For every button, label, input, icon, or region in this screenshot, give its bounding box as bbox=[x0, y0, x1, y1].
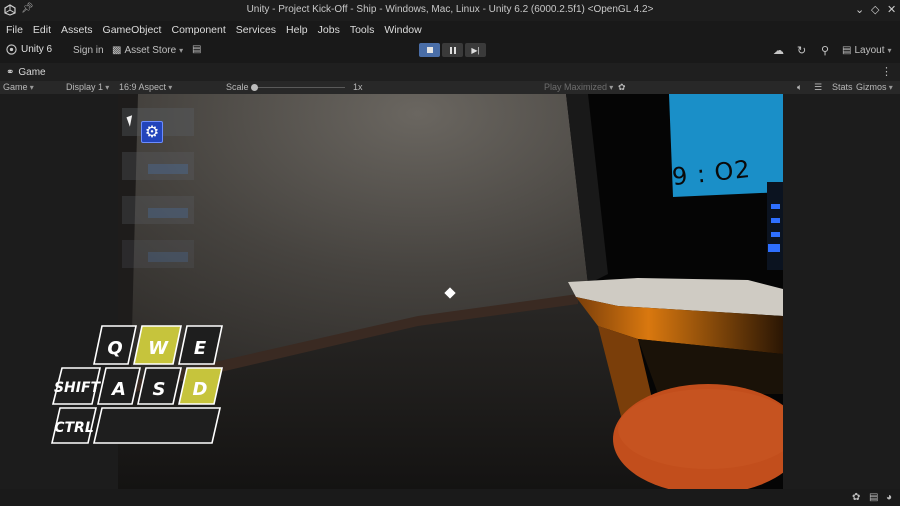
menu-gameobject[interactable]: GameObject bbox=[103, 24, 162, 36]
display-select[interactable]: Display 1 bbox=[66, 82, 109, 92]
audio-icon[interactable]: 🔈︎ bbox=[797, 82, 802, 93]
tab-game[interactable]: ⚭ Game bbox=[0, 63, 52, 81]
key-a: A bbox=[97, 367, 141, 405]
stop-icon bbox=[426, 47, 433, 53]
layout-icon: ▤ bbox=[842, 45, 852, 56]
main-toolbar: Unity 6 Sign in ▩ Asset Store ▾ ▤ ▶| ☁ ↻… bbox=[0, 39, 900, 63]
key-shift: SHIFT bbox=[51, 367, 102, 405]
maximize-icon[interactable]: ◇ bbox=[871, 3, 879, 16]
history-icon[interactable]: ↻ bbox=[797, 44, 806, 57]
step-button[interactable]: ▶| bbox=[465, 43, 486, 57]
bug-icon[interactable]: ✿ bbox=[852, 492, 860, 503]
progress-icon[interactable]: ◕ bbox=[886, 492, 892, 503]
key-ctrl: CTRL bbox=[50, 407, 98, 444]
key-a-label: A bbox=[110, 379, 126, 400]
key-s: S bbox=[137, 367, 182, 405]
key-d-label: D bbox=[193, 379, 208, 400]
close-icon[interactable]: ✕ bbox=[887, 3, 896, 16]
sign-in-link[interactable]: Sign in bbox=[73, 45, 104, 56]
scale-value: 1x bbox=[353, 82, 363, 92]
scale-label: Scale bbox=[226, 82, 249, 92]
menu-help[interactable]: Help bbox=[286, 24, 308, 36]
chevron-down-icon: ▾ bbox=[179, 46, 184, 55]
bag-icon: ▩ bbox=[112, 45, 122, 56]
menu-jobs[interactable]: Jobs bbox=[318, 24, 340, 36]
scale-slider-track[interactable] bbox=[253, 87, 345, 88]
menu-window[interactable]: Window bbox=[384, 24, 421, 36]
aspect-select[interactable]: 16:9 Aspect bbox=[119, 82, 172, 92]
key-d: D bbox=[178, 367, 223, 405]
bug-icon[interactable]: ✿ bbox=[618, 82, 626, 93]
tab-game-label: Game bbox=[18, 66, 46, 78]
key-hints: Q W E SHIFT A S D CTRL bbox=[50, 325, 223, 444]
asset-store-button[interactable]: ▩ Asset Store ▾ bbox=[112, 45, 183, 56]
package-icon[interactable]: ▤ bbox=[192, 44, 201, 55]
key-w: W bbox=[133, 325, 182, 365]
search-icon[interactable]: ⚲ bbox=[821, 44, 829, 57]
play-mode-select[interactable]: Play Maximized bbox=[544, 82, 613, 92]
scale-slider-handle[interactable] bbox=[251, 84, 258, 91]
unity-account-icon bbox=[6, 44, 17, 55]
account-label: Unity 6 bbox=[21, 44, 53, 55]
menu-file[interactable]: File bbox=[6, 24, 23, 36]
play-controls: ▶| bbox=[419, 43, 486, 57]
view-select[interactable]: Game bbox=[3, 82, 34, 92]
minimize-icon[interactable]: ⌄ bbox=[855, 3, 864, 16]
step-icon: ▶| bbox=[471, 45, 480, 55]
cloud-icon[interactable]: ☁ bbox=[773, 44, 784, 57]
key-q-label: Q bbox=[107, 338, 122, 359]
pause-button[interactable] bbox=[442, 43, 463, 57]
gizmos-toggle[interactable]: Gizmos bbox=[856, 82, 893, 92]
stats-list-icon[interactable]: ☰ bbox=[814, 82, 822, 93]
key-q: Q bbox=[93, 325, 137, 365]
cache-icon[interactable]: ▤ bbox=[869, 492, 878, 503]
gamepad-icon: ⚭ bbox=[6, 66, 15, 78]
layout-label: Layout bbox=[854, 45, 885, 56]
layout-dropdown[interactable]: ▤ Layout ▾ bbox=[842, 45, 892, 56]
key-space bbox=[92, 407, 222, 444]
menu-services[interactable]: Services bbox=[236, 24, 276, 36]
key-s-label: S bbox=[153, 379, 166, 400]
play-button[interactable] bbox=[419, 43, 440, 57]
game-view-toolbar: Game Display 1 16:9 Aspect Scale 1x Play… bbox=[0, 81, 900, 94]
menu-component[interactable]: Component bbox=[171, 24, 225, 36]
asset-store-label: Asset Store bbox=[124, 45, 177, 56]
tab-row: ⚭ Game ⋮ bbox=[0, 63, 900, 81]
status-bar: ✿ ▤ ◕ bbox=[0, 489, 900, 506]
menu-edit[interactable]: Edit bbox=[33, 24, 51, 36]
title-bar: 📌︎ Unity - Project Kick-Off - Ship - Win… bbox=[0, 0, 900, 21]
key-w-label: W bbox=[148, 338, 169, 359]
account-button[interactable]: Unity 6 bbox=[6, 44, 52, 55]
key-ctrl-label: CTRL bbox=[54, 420, 94, 436]
menu-bar: File Edit Assets GameObject Component Se… bbox=[0, 21, 900, 39]
chevron-down-icon: ▾ bbox=[887, 46, 892, 55]
key-e-label: E bbox=[194, 338, 207, 359]
menu-assets[interactable]: Assets bbox=[61, 24, 93, 36]
pause-icon bbox=[449, 46, 456, 54]
gear-icon[interactable]: ⚙ bbox=[141, 121, 163, 143]
stats-toggle[interactable]: Stats bbox=[832, 82, 853, 92]
menu-tools[interactable]: Tools bbox=[350, 24, 375, 36]
key-shift-label: SHIFT bbox=[54, 380, 102, 396]
more-options-icon[interactable]: ⋮ bbox=[881, 65, 892, 78]
window-title: Unity - Project Kick-Off - Ship - Window… bbox=[246, 4, 654, 15]
key-e: E bbox=[178, 325, 223, 365]
